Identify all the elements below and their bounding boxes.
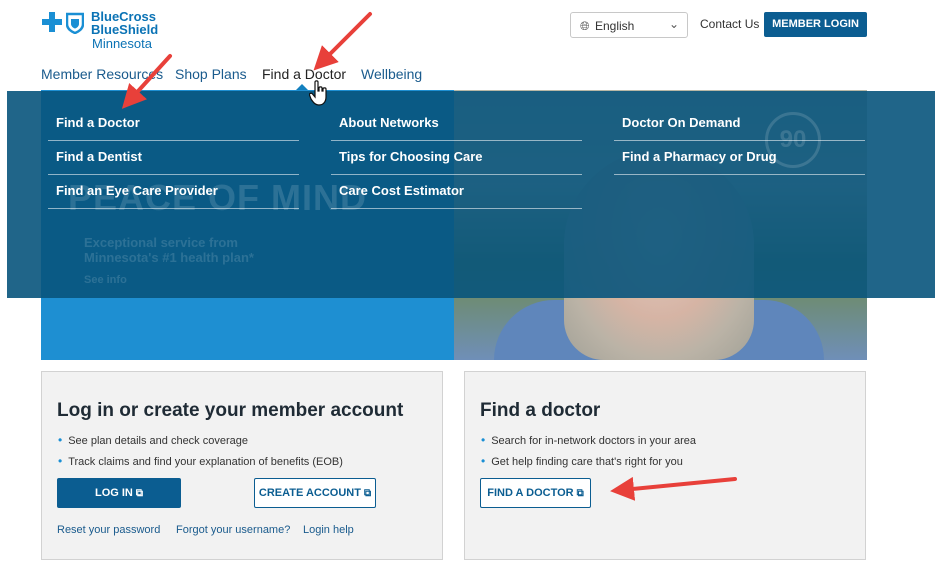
find-doctor-card: Find a doctor Search for in-network doct… bbox=[464, 371, 866, 560]
contact-us-link[interactable]: Contact Us bbox=[700, 17, 759, 31]
nav-member-resources[interactable]: Member Resources bbox=[41, 66, 163, 82]
list-item: Search for in-network doctors in your ar… bbox=[481, 430, 696, 451]
log-in-button[interactable]: LOG IN ⧉ bbox=[57, 478, 181, 508]
login-help-link[interactable]: Login help bbox=[303, 524, 354, 536]
nav-shop-plans[interactable]: Shop Plans bbox=[175, 66, 247, 82]
nav-wellbeing[interactable]: Wellbeing bbox=[361, 66, 422, 82]
globe-icon: 🌐︎ bbox=[580, 19, 590, 33]
menu-find-eye-care[interactable]: Find an Eye Care Provider bbox=[48, 175, 299, 209]
hero-subline-1: Exceptional service from bbox=[84, 235, 238, 250]
menu-doctor-on-demand[interactable]: Doctor On Demand bbox=[614, 107, 865, 141]
menu-find-a-dentist[interactable]: Find a Dentist bbox=[48, 141, 299, 175]
hero-subline: Exceptional service from Minnesota's #1 … bbox=[84, 235, 254, 265]
find-doctor-card-bullets: Search for in-network doctors in your ar… bbox=[481, 430, 696, 472]
brand-logo[interactable]: BlueCross BlueShield Minnesota bbox=[42, 10, 172, 54]
account-card: Log in or create your member account See… bbox=[41, 371, 443, 560]
arrow-to-nav bbox=[313, 12, 372, 71]
hero-more-link: See info bbox=[84, 274, 127, 286]
forgot-username-link[interactable]: Forgot your username? bbox=[176, 524, 290, 536]
member-login-button[interactable]: MEMBER LOGIN bbox=[764, 12, 867, 37]
menu-tips-choosing-care[interactable]: Tips for Choosing Care bbox=[331, 141, 582, 175]
external-link-icon: ⧉ bbox=[363, 488, 372, 499]
brand-line-2: BlueShield bbox=[91, 22, 159, 37]
find-doctor-card-title: Find a doctor bbox=[480, 400, 601, 421]
hero-subline-2: Minnesota's #1 health plan* bbox=[84, 250, 254, 265]
menu-find-pharmacy[interactable]: Find a Pharmacy or Drug bbox=[614, 141, 865, 175]
menu-about-networks[interactable]: About Networks bbox=[331, 107, 582, 141]
list-item: Get help finding care that's right for y… bbox=[481, 451, 696, 472]
list-item: Track claims and find your explanation o… bbox=[58, 451, 343, 472]
external-link-icon: ⧉ bbox=[576, 488, 584, 499]
shield-icon bbox=[66, 12, 84, 34]
list-item: See plan details and check coverage bbox=[58, 430, 343, 451]
account-card-title: Log in or create your member account bbox=[57, 400, 404, 421]
log-in-label: LOG IN bbox=[94, 487, 133, 499]
reset-password-link[interactable]: Reset your password bbox=[57, 524, 160, 536]
menu-find-a-doctor[interactable]: Find a Doctor bbox=[48, 107, 299, 141]
find-a-doctor-label: FIND A DOCTOR bbox=[487, 487, 574, 499]
language-select[interactable]: 🌐︎ English ⌄ bbox=[570, 12, 688, 38]
nav-find-a-doctor[interactable]: Find a Doctor bbox=[262, 66, 346, 82]
menu-care-cost-estimator[interactable]: Care Cost Estimator bbox=[331, 175, 582, 209]
account-card-bullets: See plan details and check coverage Trac… bbox=[58, 430, 343, 472]
find-a-doctor-button[interactable]: FIND A DOCTOR ⧉ bbox=[480, 478, 591, 508]
chevron-down-icon: ⌄ bbox=[668, 17, 679, 31]
brand-line-3: Minnesota bbox=[92, 36, 152, 51]
create-account-button[interactable]: CREATE ACCOUNT ⧉ bbox=[254, 478, 376, 508]
hand-cursor-icon bbox=[309, 80, 327, 106]
language-value: English bbox=[595, 19, 635, 33]
logo-marks bbox=[42, 12, 86, 34]
external-link-icon: ⧉ bbox=[135, 488, 144, 499]
cross-icon bbox=[42, 12, 62, 32]
create-account-label: CREATE ACCOUNT bbox=[258, 487, 361, 499]
